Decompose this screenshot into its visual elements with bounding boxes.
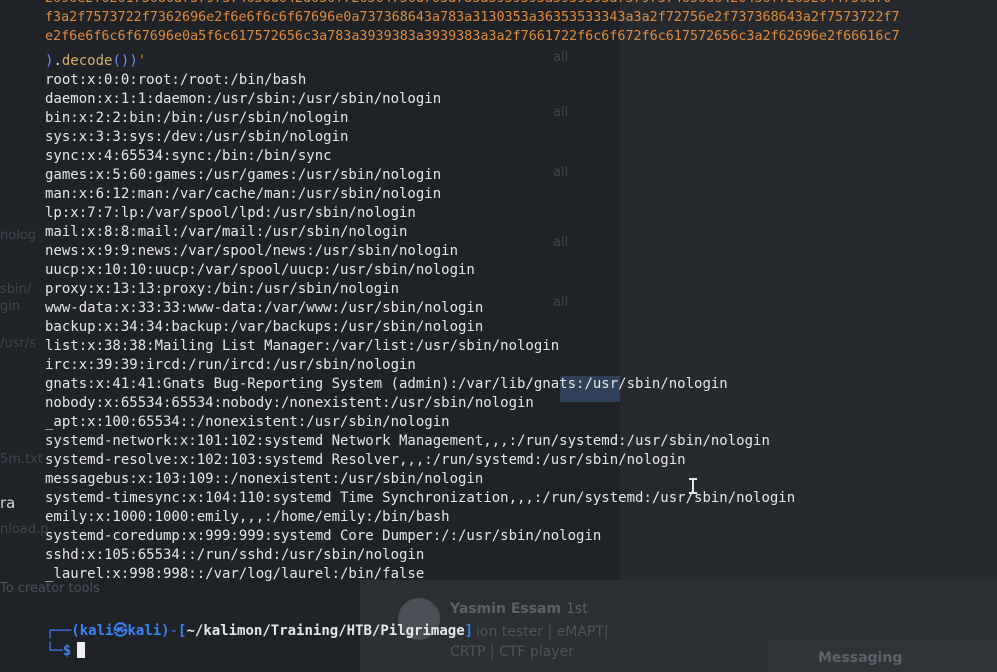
decode-quote: ' [137,53,147,69]
passwd-line: sync:x:4:65534:sync:/bin:/bin/sync [45,148,332,164]
hex-line: f3a2f7573722f7362696e2f6e6f6c6f67696e0a7… [45,10,900,25]
passwd-line: backup:x:34:34:backup:/var/backups:/usr/… [45,319,484,335]
prompt-dash: - [169,623,179,639]
prompt-user-host: kali㉿kali [79,623,162,639]
text-cursor [77,642,86,658]
passwd-line: systemd-coredump:x:999:999:systemd Core … [45,528,602,544]
passwd-line: _apt:x:100:65534::/nonexistent:/usr/sbin… [45,414,450,430]
hex-output: 2696e2f626173680a73797374656d642d636f726… [45,0,997,46]
passwd-line: uucp:x:10:10:uucp:/var/spool/uucp:/usr/s… [45,262,475,278]
prompt-corner-bottom: └─ [46,643,63,659]
passwd-output: root:x:0:0:root:/root:/bin/bash daemon:x… [45,71,795,584]
mouse-ibeam-cursor-icon [689,478,697,494]
passwd-line: messagebus:x:103:109::/nonexistent:/usr/… [45,471,484,487]
passwd-line: list:x:38:38:Mailing List Manager:/var/l… [45,338,560,354]
passwd-line: systemd-network:x:101:102:systemd Networ… [45,433,770,449]
passwd-line: www-data:x:33:33:www-data:/var/www:/usr/… [45,300,484,316]
prompt-cwd: ~/kalimon/Training/HTB/Pilgrimage [186,623,465,639]
decode-close-paren: ) [129,53,138,69]
passwd-line: sys:x:3:3:sys:/dev:/usr/sbin/nologin [45,129,349,145]
passwd-line: lp:x:7:7:lp:/var/spool/lpd:/usr/sbin/nol… [45,205,416,221]
prompt-close-paren: ) [161,623,170,639]
passwd-line: sshd:x:105:65534::/run/sshd:/usr/sbin/no… [45,547,425,563]
passwd-line: man:x:6:12:man:/var/cache/man:/usr/sbin/… [45,186,442,202]
hex-line: 2696e2f626173680a73797374656d642d636f726… [45,0,997,8]
passwd-line: mail:x:8:8:mail:/var/mail:/usr/sbin/nolo… [45,224,408,240]
terminal-window[interactable]: 2696e2f626173680a73797374656d642d636f726… [0,0,997,672]
passwd-line: irc:x:39:39:ircd:/run/ircd:/usr/sbin/nol… [45,357,416,373]
passwd-line: emily:x:1000:1000:emily,,,:/home/emily:/… [45,509,450,525]
passwd-line: bin:x:2:2:bin:/bin:/usr/sbin/nologin [45,110,349,126]
passwd-line: news:x:9:9:news:/var/spool/news:/usr/sbi… [45,243,459,259]
decode-call-line: ).decode())' [45,51,146,71]
shell-prompt-line: ┌──(kali㉿kali)-[~/kalimon/Training/HTB/P… [46,620,473,642]
hex-line: e2f6e6f6c6f67696e0a5f6c617572656c3a783a3… [45,29,900,44]
decode-function: decode [61,53,113,69]
decode-call-parens: () [112,53,130,69]
passwd-line: systemd-resolve:x:102:103:systemd Resolv… [45,452,686,468]
prompt-close-bracket: ] [464,623,474,639]
passwd-line: games:x:5:60:games:/usr/games:/usr/sbin/… [45,167,442,183]
passwd-line: gnats:x:41:41:Gnats Bug-Reporting System… [45,376,728,392]
passwd-line: _laurel:x:998:998::/var/log/laurel:/bin/… [45,566,425,582]
passwd-line: systemd-timesync:x:104:110:systemd Time … [45,490,796,506]
passwd-line: nobody:x:65534:65534:nobody:/nonexistent… [45,395,534,411]
prompt-open-paren: ( [71,623,80,639]
passwd-line: proxy:x:13:13:proxy:/bin:/usr/sbin/nolog… [45,281,400,297]
passwd-line: root:x:0:0:root:/root:/bin/bash [45,72,307,88]
prompt-sigil: $ [62,643,72,659]
shell-input-line[interactable]: └─$ [46,640,86,662]
passwd-line: daemon:x:1:1:daemon:/usr/sbin:/usr/sbin/… [45,91,442,107]
decode-dot: . [53,53,62,69]
prompt-corner-top: ┌── [46,623,72,639]
